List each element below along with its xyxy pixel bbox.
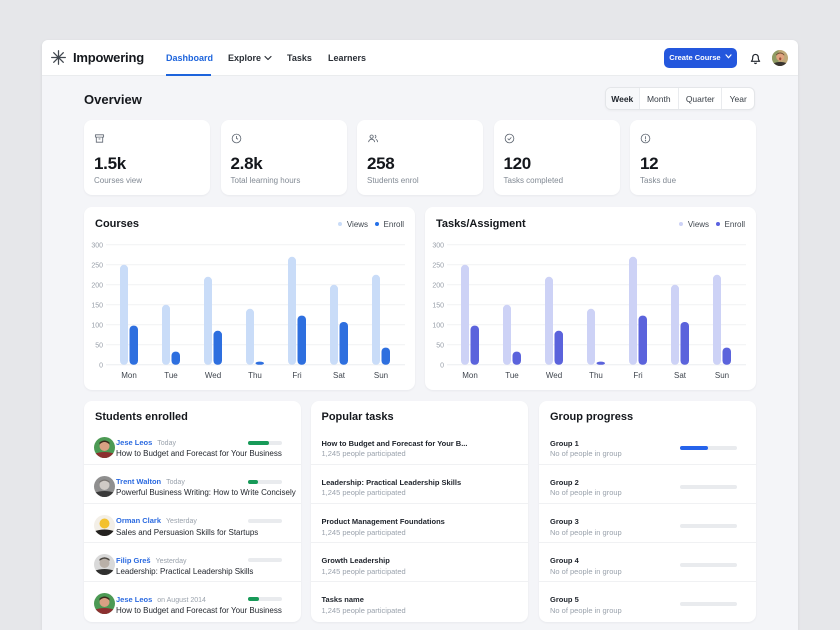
svg-text:Fri: Fri (292, 371, 302, 380)
svg-text:0: 0 (440, 362, 444, 369)
svg-text:Sat: Sat (674, 371, 687, 380)
svg-text:Tue: Tue (505, 371, 519, 380)
svg-text:Sat: Sat (333, 371, 346, 380)
svg-text:50: 50 (436, 342, 444, 349)
svg-text:200: 200 (91, 282, 103, 289)
svg-text:250: 250 (432, 262, 444, 269)
svg-text:250: 250 (91, 262, 103, 269)
svg-text:0: 0 (99, 362, 103, 369)
svg-text:50: 50 (95, 342, 103, 349)
svg-text:300: 300 (432, 242, 444, 249)
svg-text:Tue: Tue (164, 371, 178, 380)
svg-text:Wed: Wed (205, 371, 221, 380)
svg-text:200: 200 (432, 282, 444, 289)
svg-text:300: 300 (91, 242, 103, 249)
svg-text:150: 150 (432, 302, 444, 309)
svg-text:Sun: Sun (374, 371, 388, 380)
svg-text:Sun: Sun (715, 371, 729, 380)
svg-text:Thu: Thu (589, 371, 603, 380)
svg-text:Wed: Wed (546, 371, 562, 380)
svg-text:Thu: Thu (248, 371, 262, 380)
svg-text:100: 100 (432, 322, 444, 329)
svg-text:100: 100 (91, 322, 103, 329)
svg-text:Mon: Mon (462, 371, 478, 380)
svg-text:Fri: Fri (633, 371, 643, 380)
svg-text:150: 150 (91, 302, 103, 309)
svg-text:Mon: Mon (121, 371, 137, 380)
